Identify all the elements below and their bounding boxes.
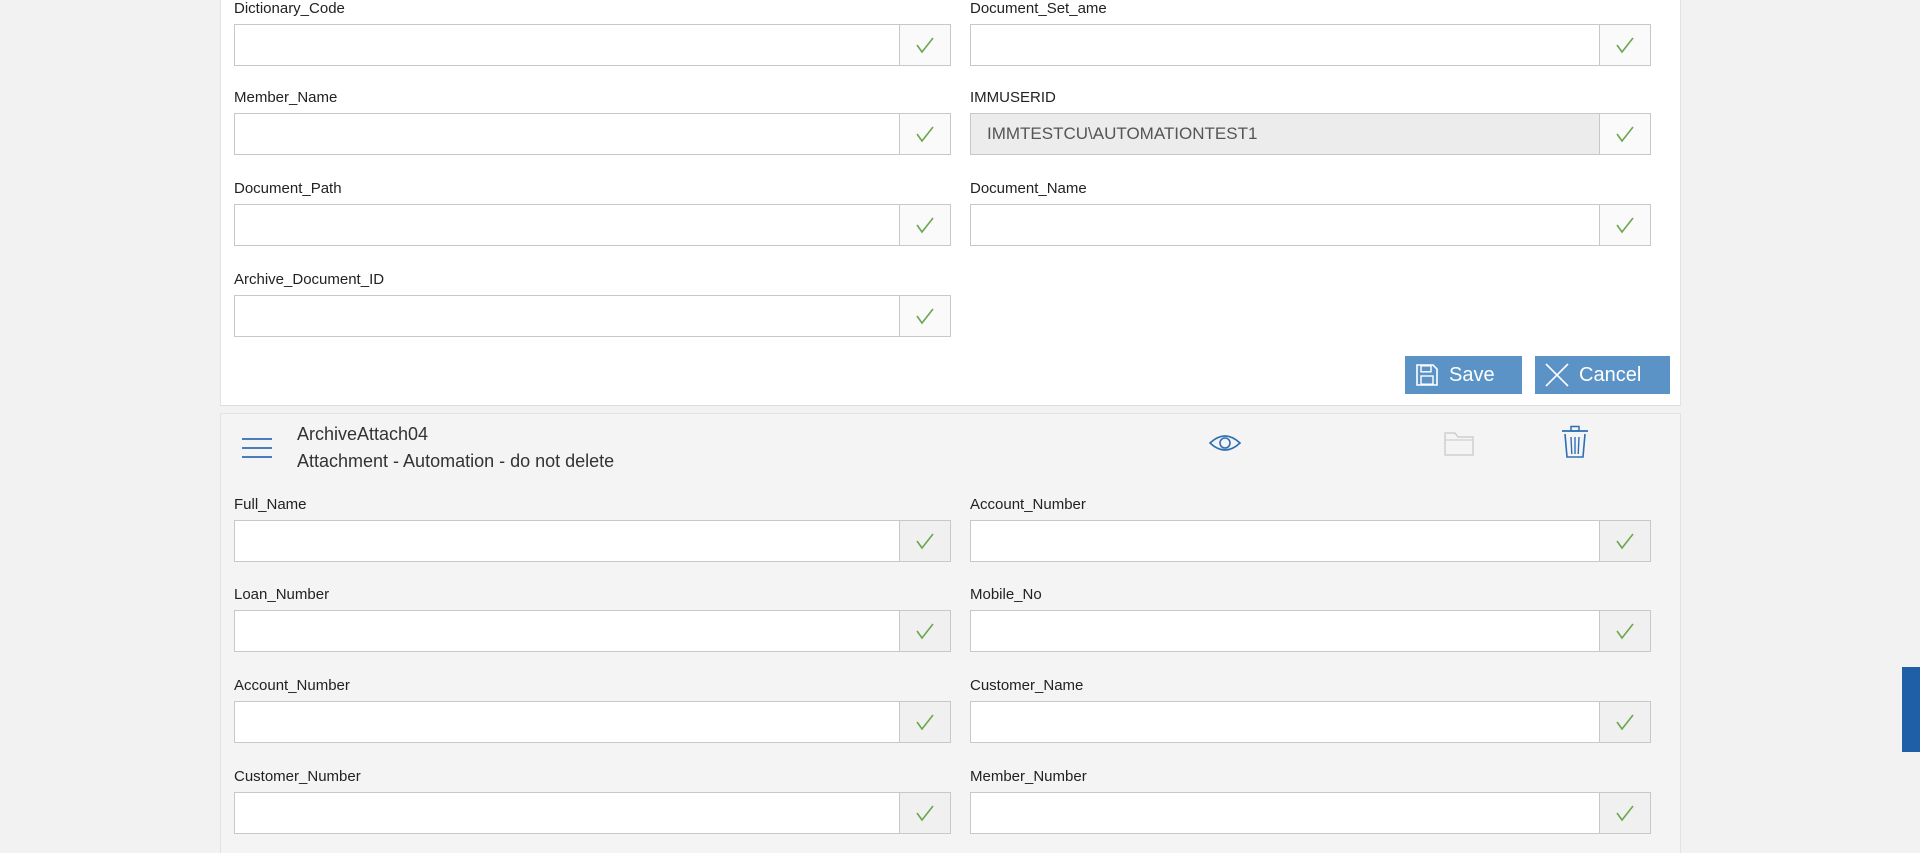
field-label: Archive_Document_ID: [234, 271, 385, 288]
field-loan-number: Loan_Number: [234, 586, 951, 652]
side-panel-tab[interactable]: [1902, 667, 1920, 752]
field-full-name: Full_Name: [234, 496, 951, 562]
field-document-path: Document_Path: [234, 180, 951, 246]
checkmark-icon: [1616, 217, 1634, 234]
field-immuserid: IMMUSERID: [970, 89, 1651, 155]
confirm-check-button[interactable]: [1599, 204, 1651, 246]
field-account-number-2: Account_Number: [234, 677, 951, 743]
field-customer-name: Customer_Name: [970, 677, 1651, 743]
confirm-check-button[interactable]: [1599, 24, 1651, 66]
save-button-label: Save: [1449, 363, 1495, 386]
save-button[interactable]: Save: [1405, 356, 1522, 394]
checkmark-icon: [1616, 714, 1634, 731]
confirm-check-button[interactable]: [899, 24, 951, 66]
checkmark-icon: [916, 714, 934, 731]
field-label: Customer_Name: [970, 677, 1084, 694]
field-document-set-name: Document_Set_ame: [970, 0, 1651, 66]
field-label: Account_Number: [970, 496, 1086, 513]
checkmark-icon: [916, 37, 934, 54]
eye-icon[interactable]: [1208, 426, 1242, 460]
field-label: Member_Name: [234, 89, 338, 106]
document-name-input[interactable]: [970, 204, 1599, 246]
confirm-check-button[interactable]: [899, 520, 951, 562]
confirm-check-button[interactable]: [1599, 610, 1651, 652]
checkmark-icon: [916, 126, 934, 143]
field-label: Full_Name: [234, 496, 307, 513]
immuserid-input[interactable]: [970, 113, 1599, 155]
field-label: Document_Path: [234, 180, 342, 197]
field-label: Account_Number: [234, 677, 350, 694]
account-number-input[interactable]: [234, 701, 899, 743]
document-properties-card: Dictionary_Code Document_Set_ame Member_…: [220, 0, 1681, 406]
field-dictionary-code: Dictionary_Code: [234, 0, 951, 66]
confirm-check-button[interactable]: [899, 701, 951, 743]
checkmark-icon: [916, 805, 934, 822]
field-label: IMMUSERID: [970, 89, 1056, 106]
confirm-check-button[interactable]: [899, 295, 951, 337]
field-label: Loan_Number: [234, 586, 330, 603]
document-set-name-input[interactable]: [970, 24, 1599, 66]
hamburger-menu-icon[interactable]: [241, 432, 273, 464]
confirm-check-button[interactable]: [899, 610, 951, 652]
field-label: Customer_Number: [234, 768, 361, 785]
field-label: Member_Number: [970, 768, 1087, 785]
checkmark-icon: [916, 623, 934, 640]
attachment-card: ArchiveAttach04 Attachment - Automation …: [220, 413, 1681, 853]
cancel-button-label: Cancel: [1579, 363, 1642, 386]
floppy-disk-icon: [1405, 356, 1449, 394]
checkmark-icon: [1616, 37, 1634, 54]
field-member-number: Member_Number: [970, 768, 1651, 834]
checkmark-icon: [1616, 533, 1634, 550]
checkmark-icon: [916, 217, 934, 234]
checkmark-icon: [916, 308, 934, 325]
checkmark-icon: [1616, 805, 1634, 822]
customer-name-input[interactable]: [970, 701, 1599, 743]
folder-icon[interactable]: [1442, 426, 1476, 460]
field-label: Document_Set_ame: [970, 0, 1107, 17]
checkmark-icon: [1616, 126, 1634, 143]
checkmark-icon: [916, 533, 934, 550]
checkmark-icon: [1616, 623, 1634, 640]
document-path-input[interactable]: [234, 204, 899, 246]
loan-number-input[interactable]: [234, 610, 899, 652]
account-number-input[interactable]: [970, 520, 1599, 562]
archive-document-id-input[interactable]: [234, 295, 899, 337]
confirm-check-button[interactable]: [1599, 701, 1651, 743]
field-member-name: Member_Name: [234, 89, 951, 155]
attachment-subtitle: Attachment - Automation - do not delete: [297, 451, 615, 471]
mobile-no-input[interactable]: [970, 610, 1599, 652]
attachment-title: ArchiveAttach04: [297, 424, 429, 444]
field-archive-document-id: Archive_Document_ID: [234, 271, 951, 337]
customer-number-input[interactable]: [234, 792, 899, 834]
member-name-input[interactable]: [234, 113, 899, 155]
field-account-number: Account_Number: [970, 496, 1651, 562]
dictionary-code-input[interactable]: [234, 24, 899, 66]
field-customer-number: Customer_Number: [234, 768, 951, 834]
confirm-check-button[interactable]: [1599, 113, 1651, 155]
trash-icon[interactable]: [1558, 424, 1592, 460]
field-document-name: Document_Name: [970, 180, 1651, 246]
confirm-check-button[interactable]: [899, 792, 951, 834]
field-mobile-no: Mobile_No: [970, 586, 1651, 652]
confirm-check-button[interactable]: [899, 113, 951, 155]
full-name-input[interactable]: [234, 520, 899, 562]
confirm-check-button[interactable]: [899, 204, 951, 246]
field-label: Dictionary_Code: [234, 0, 345, 17]
cancel-button[interactable]: Cancel: [1535, 356, 1670, 394]
field-label: Document_Name: [970, 180, 1087, 197]
close-icon: [1535, 356, 1579, 394]
confirm-check-button[interactable]: [1599, 792, 1651, 834]
field-label: Mobile_No: [970, 586, 1042, 603]
member-number-input[interactable]: [970, 792, 1599, 834]
confirm-check-button[interactable]: [1599, 520, 1651, 562]
